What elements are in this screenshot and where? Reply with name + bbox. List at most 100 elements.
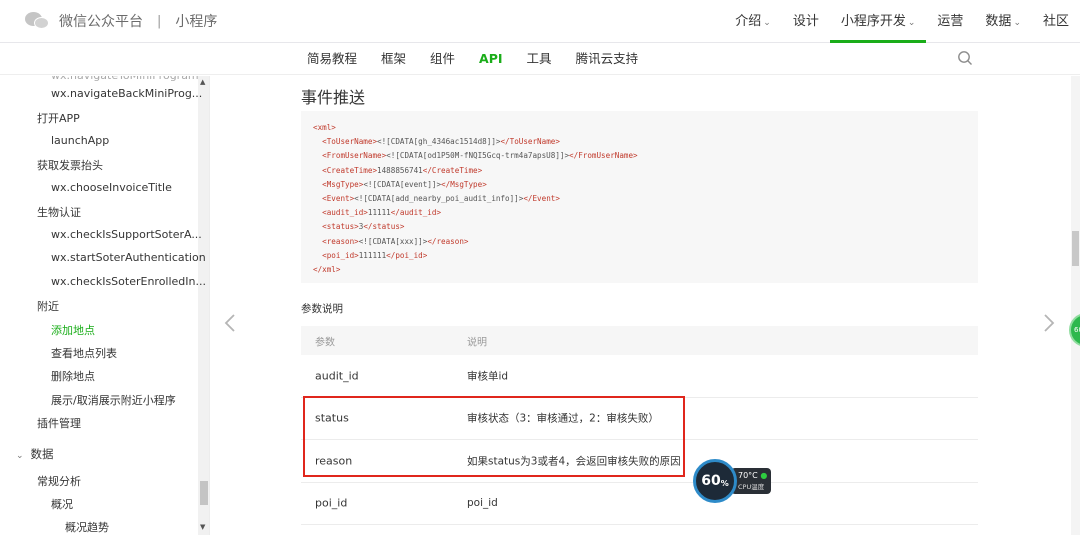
param-description: 审核单id bbox=[467, 370, 509, 383]
code-text: 11111 bbox=[367, 208, 391, 218]
code-open-tag: <ToUserName> bbox=[322, 137, 378, 147]
code-close-tag: </status> bbox=[363, 222, 405, 232]
droplet-icon: ● bbox=[760, 471, 768, 480]
code-line: <xml> bbox=[313, 121, 966, 135]
prev-page-arrow-icon[interactable] bbox=[221, 312, 239, 334]
code-open-tag: <poi_id> bbox=[322, 250, 359, 260]
sidebar-item[interactable]: 概况趋势 bbox=[65, 519, 109, 535]
code-close-tag: </CreateTime> bbox=[422, 165, 483, 175]
sidebar-item[interactable]: 概况 bbox=[51, 496, 73, 512]
cpu-usage-value: 60 bbox=[701, 473, 721, 489]
sidebar-item[interactable]: 展示/取消展示附近小程序 bbox=[51, 392, 176, 408]
top-nav-item[interactable]: 小程序开发 ⌄ bbox=[829, 0, 927, 43]
sidebar-item[interactable]: 删除地点 bbox=[51, 368, 95, 384]
code-line: <ToUserName><![CDATA[gh_4346ac1514d8]]><… bbox=[313, 135, 966, 149]
sidebar-item[interactable]: 插件管理 bbox=[37, 415, 81, 431]
code-open-tag: <Event> bbox=[322, 194, 355, 204]
docs-tab[interactable]: 组件 bbox=[418, 43, 467, 75]
code-open-tag: </xml> bbox=[313, 265, 341, 275]
docs-tab[interactable]: 简易教程 bbox=[295, 43, 369, 75]
top-nav-label: 数据 bbox=[985, 14, 1012, 29]
top-nav-label: 运营 bbox=[937, 14, 964, 29]
top-header: 微信公众平台 | 小程序 介绍 ⌄ 设计 小程序开发 ⌄ 运营 数据 ⌄ 社区 bbox=[0, 0, 1080, 43]
sidebar-item[interactable]: wx.navigateBackMiniProg... bbox=[51, 87, 202, 100]
table-row: poi_id poi_id bbox=[301, 483, 978, 525]
code-line: </xml> bbox=[313, 263, 966, 277]
cpu-monitor-widget[interactable]: 70°C ● CPU温度 60% bbox=[693, 459, 777, 503]
param-description: poi_id bbox=[467, 497, 498, 510]
sidebar-item[interactable]: 生物认证 bbox=[37, 204, 81, 220]
sidebar-item[interactable]: 常规分析 bbox=[37, 473, 81, 489]
sidebar-group[interactable]: ⌄ 数据 bbox=[16, 446, 54, 462]
params-title: 参数说明 bbox=[301, 303, 343, 315]
brand-name: 微信公众平台 bbox=[59, 14, 143, 30]
code-open-tag: <xml> bbox=[313, 123, 336, 132]
sidebar-item[interactable]: wx.navigateToMiniProgram bbox=[51, 76, 199, 82]
code-open-tag: <reason> bbox=[322, 236, 359, 246]
sidebar-item[interactable]: 获取发票抬头 bbox=[37, 157, 103, 173]
xml-code-block: <xml> <ToUserName><![CDATA[gh_4346ac1514… bbox=[301, 111, 978, 283]
sidebar-item[interactable]: wx.checkIsSoterEnrolledIn... bbox=[51, 275, 206, 288]
docs-subnav: 简易教程 框架 组件 API 工具 腾讯云支持 bbox=[0, 43, 1080, 75]
docs-tab[interactable]: API bbox=[467, 43, 515, 75]
code-line: <Event><![CDATA[add_nearby_poi_audit_inf… bbox=[313, 192, 966, 206]
main-scroll-thumb[interactable] bbox=[1072, 231, 1079, 266]
code-line: <FromUserName><![CDATA[od1P50M-fNQI5Gcq-… bbox=[313, 149, 966, 163]
code-close-tag: </reason> bbox=[427, 236, 469, 246]
sidebar-scrollbar[interactable]: ▲ ▼ bbox=[198, 76, 209, 535]
top-nav-label: 介绍 bbox=[735, 14, 762, 29]
cpu-temperature: 70°C bbox=[738, 471, 758, 480]
code-line: <MsgType><![CDATA[event]]></MsgType> bbox=[313, 178, 966, 192]
docs-tab[interactable]: 腾讯云支持 bbox=[564, 43, 651, 75]
sidebar-item[interactable]: launchApp bbox=[51, 134, 109, 147]
chevron-down-icon: ⌄ bbox=[763, 18, 771, 28]
product-name: 小程序 bbox=[175, 14, 218, 30]
top-nav-item[interactable]: 设计 bbox=[782, 0, 830, 43]
section-title: 事件推送 bbox=[301, 88, 366, 107]
top-nav-item[interactable]: 介绍 ⌄ bbox=[724, 0, 782, 43]
code-line: <poi_id>111111</poi_id> bbox=[313, 249, 966, 263]
code-text: 1488856741 bbox=[377, 165, 423, 175]
sidebar-item[interactable]: 打开APP bbox=[37, 110, 80, 126]
code-text: <![CDATA[add_nearby_poi_audit_info]]> bbox=[354, 194, 524, 204]
code-open-tag: <FromUserName> bbox=[322, 151, 387, 161]
code-open-tag: <CreateTime> bbox=[322, 165, 378, 175]
param-name: poi_id bbox=[315, 496, 348, 510]
api-sidebar: ▲ ▼ wx.navigateToMiniProgram wx.navigateB… bbox=[0, 76, 210, 535]
sidebar-scroll-thumb[interactable] bbox=[200, 481, 208, 505]
code-close-tag: </Event> bbox=[523, 194, 560, 204]
docs-tab[interactable]: 框架 bbox=[369, 43, 418, 75]
float-ball-text: 60 bbox=[1074, 326, 1080, 334]
brand-logo[interactable]: 微信公众平台 | 小程序 bbox=[25, 10, 217, 32]
top-nav-item[interactable]: 数据 ⌄ bbox=[974, 0, 1032, 43]
cpu-temp-pill: 70°C ● CPU温度 bbox=[731, 468, 771, 494]
table-header-cell: 说明 bbox=[467, 337, 487, 348]
top-nav-item[interactable]: 运营 bbox=[926, 0, 974, 43]
top-nav-label: 设计 bbox=[792, 14, 819, 29]
main-content: 事件推送 <xml> <ToUserName><![CDATA[gh_4346a… bbox=[211, 76, 1080, 535]
top-nav-item[interactable]: 社区 bbox=[1032, 0, 1080, 43]
scroll-up-icon[interactable]: ▲ bbox=[200, 78, 205, 86]
chevron-down-icon: ⌄ bbox=[907, 18, 916, 28]
code-line: <status>3</status> bbox=[313, 220, 966, 234]
top-nav-label: 社区 bbox=[1042, 14, 1069, 29]
docs-tab[interactable]: 工具 bbox=[515, 43, 564, 75]
sidebar-item[interactable]: 附近 bbox=[37, 298, 59, 314]
search-icon[interactable] bbox=[957, 50, 973, 66]
sidebar-item[interactable]: 查看地点列表 bbox=[51, 345, 117, 361]
param-name: audit_id bbox=[315, 369, 359, 383]
code-text: <![CDATA[event]]> bbox=[363, 179, 442, 189]
main-scrollbar[interactable] bbox=[1071, 76, 1080, 535]
scroll-down-icon[interactable]: ▼ bbox=[200, 523, 205, 531]
sidebar-item[interactable]: wx.startSoterAuthentication bbox=[51, 251, 206, 264]
sidebar-item[interactable]: wx.checkIsSupportSoterA... bbox=[51, 228, 202, 241]
sidebar-item[interactable]: 添加地点 bbox=[51, 322, 95, 338]
sidebar-item[interactable]: wx.chooseInvoiceTitle bbox=[51, 181, 172, 194]
next-page-arrow-icon[interactable] bbox=[1040, 312, 1058, 334]
